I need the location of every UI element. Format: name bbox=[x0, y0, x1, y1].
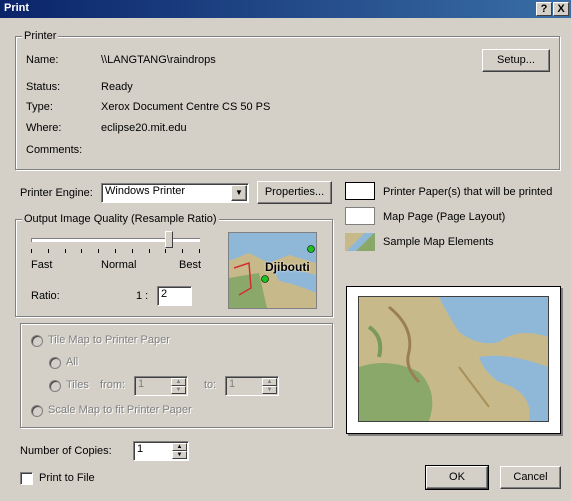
print-to-file-checkbox[interactable] bbox=[20, 472, 33, 485]
status-value: Ready bbox=[101, 81, 133, 93]
cancel-button[interactable]: Cancel bbox=[500, 466, 561, 489]
quality-slider-track[interactable] bbox=[31, 238, 200, 242]
slider-tick bbox=[47, 249, 49, 253]
ok-button[interactable]: OK bbox=[425, 465, 489, 490]
scale-map-radio[interactable] bbox=[31, 405, 43, 417]
spin-up-icon[interactable]: ▲ bbox=[262, 378, 277, 386]
slider-tick bbox=[115, 249, 116, 253]
where-label: Where: bbox=[26, 122, 62, 134]
tiles-radio[interactable] bbox=[49, 380, 61, 392]
printer-group: Printer Name: \\LANGTANG\raindrops Statu… bbox=[15, 30, 560, 170]
sample-elements-swatch bbox=[345, 233, 375, 251]
printer-group-label: Printer bbox=[22, 30, 59, 42]
to-spinner[interactable]: ▲ ▼ bbox=[262, 378, 277, 394]
spin-up-icon[interactable]: ▲ bbox=[171, 378, 186, 386]
preview-map-label: Djibouti bbox=[265, 260, 310, 274]
quality-slider-thumb[interactable] bbox=[164, 231, 173, 248]
copies-input[interactable]: 1 ▲ ▼ bbox=[133, 441, 189, 461]
normal-label: Normal bbox=[101, 259, 137, 271]
copies-label: Number of Copies: bbox=[20, 445, 112, 457]
all-label: All bbox=[66, 356, 79, 368]
close-button[interactable]: X bbox=[553, 2, 569, 16]
tile-map-radio[interactable] bbox=[31, 335, 43, 347]
quality-group-label: Output Image Quality (Resample Ratio) bbox=[22, 213, 219, 225]
title-bar[interactable]: Print ? X bbox=[0, 0, 571, 18]
sample-elements-legend: Sample Map Elements bbox=[383, 236, 494, 248]
ratio-label: Ratio: bbox=[31, 290, 60, 302]
type-label: Type: bbox=[26, 101, 53, 113]
printer-paper-swatch bbox=[345, 182, 375, 200]
slider-tick bbox=[131, 249, 133, 253]
tile-map-label: Tile Map to Printer Paper bbox=[48, 334, 170, 346]
from-input[interactable]: 1 ▲ ▼ bbox=[134, 376, 188, 396]
ratio-prefix: 1 : bbox=[136, 290, 149, 302]
where-value: eclipse20.mit.edu bbox=[101, 122, 187, 134]
status-label: Status: bbox=[26, 81, 61, 93]
from-spinner[interactable]: ▲ ▼ bbox=[171, 378, 186, 394]
all-radio[interactable] bbox=[49, 357, 61, 369]
name-label: Name: bbox=[26, 54, 59, 66]
best-label: Best bbox=[179, 259, 202, 271]
quality-preview-map: Djibouti bbox=[228, 232, 317, 309]
print-to-file-label: Print to File bbox=[39, 472, 95, 484]
page-preview-map-image bbox=[359, 297, 548, 421]
printer-paper-legend: Printer Paper(s) that will be printed bbox=[383, 186, 553, 198]
to-label: to: bbox=[204, 379, 217, 391]
slider-tick bbox=[31, 249, 32, 253]
from-label: from: bbox=[100, 379, 126, 391]
spin-up-icon[interactable]: ▲ bbox=[172, 443, 187, 451]
slider-tick bbox=[64, 249, 66, 253]
slider-tick bbox=[182, 249, 184, 253]
page-preview bbox=[346, 286, 561, 434]
window-title: Print bbox=[4, 2, 30, 14]
spin-down-icon[interactable]: ▼ bbox=[172, 451, 187, 459]
print-dialog: Print ? X Printer Name: \\LANGTANG\raind… bbox=[0, 0, 571, 501]
comments-label: Comments: bbox=[26, 144, 83, 156]
name-value: \\LANGTANG\raindrops bbox=[101, 54, 216, 66]
scale-map-label: Scale Map to fit Printer Paper bbox=[48, 404, 192, 416]
copies-spinner[interactable]: ▲ ▼ bbox=[172, 443, 187, 459]
ratio-input[interactable]: 2 bbox=[157, 286, 192, 306]
spin-down-icon[interactable]: ▼ bbox=[171, 386, 186, 394]
printer-engine-label: Printer Engine: bbox=[20, 187, 93, 199]
fast-label: Fast bbox=[31, 259, 53, 271]
printer-engine-select[interactable]: Windows Printer ▼ bbox=[101, 183, 249, 203]
chevron-down-icon[interactable]: ▼ bbox=[231, 185, 247, 201]
setup-button[interactable]: Setup... bbox=[482, 49, 550, 72]
slider-tick bbox=[199, 249, 200, 253]
type-value: Xerox Document Centre CS 50 PS bbox=[101, 101, 271, 113]
quality-group: Output Image Quality (Resample Ratio) Fa… bbox=[15, 213, 333, 317]
page-preview-map bbox=[358, 296, 549, 422]
tiles-label: Tiles bbox=[66, 379, 89, 391]
to-input[interactable]: 1 ▲ ▼ bbox=[225, 376, 279, 396]
slider-tick bbox=[98, 249, 100, 253]
map-page-legend: Map Page (Page Layout) bbox=[383, 211, 506, 223]
slider-tick bbox=[81, 249, 83, 253]
help-button[interactable]: ? bbox=[536, 2, 552, 16]
spin-down-icon[interactable]: ▼ bbox=[262, 386, 277, 394]
tiling-group: Tile Map to Printer Paper All Tiles from… bbox=[20, 323, 333, 428]
slider-tick bbox=[148, 249, 150, 253]
map-page-swatch bbox=[345, 207, 375, 225]
slider-tick bbox=[165, 249, 167, 253]
properties-button[interactable]: Properties... bbox=[257, 181, 332, 204]
